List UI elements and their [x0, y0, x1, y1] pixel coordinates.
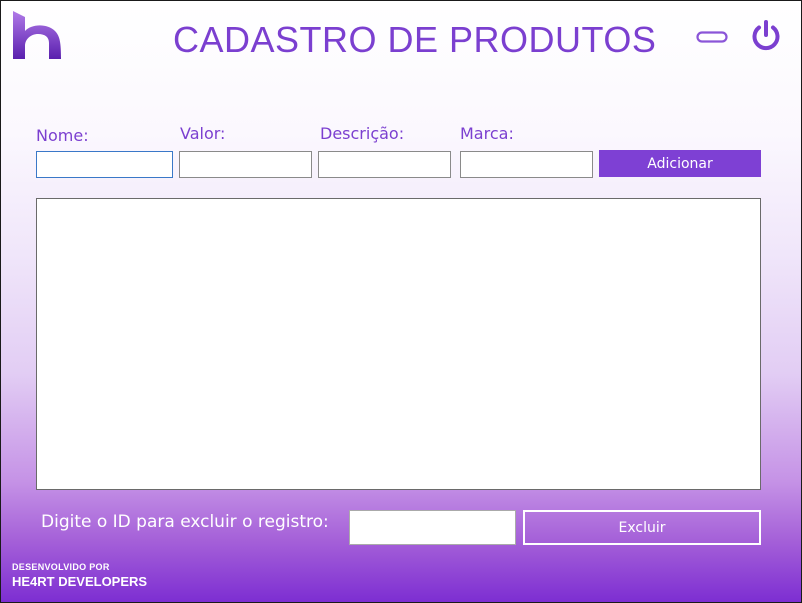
- valor-input[interactable]: [179, 151, 312, 178]
- delete-button[interactable]: Excluir: [523, 510, 761, 545]
- page-title: CADASTRO DE PRODUTOS: [173, 19, 657, 60]
- descricao-input[interactable]: [318, 151, 451, 178]
- descricao-label: Descrição:: [320, 124, 405, 143]
- nome-label: Nome:: [36, 126, 89, 145]
- power-icon[interactable]: [749, 19, 783, 53]
- app-window: CADASTRO DE PRODUTOS Nome: Valor: Descri…: [0, 0, 802, 603]
- products-list[interactable]: [36, 198, 761, 490]
- marca-input[interactable]: [460, 151, 593, 178]
- credit-line-1: DESENVOLVIDO POR: [12, 562, 110, 572]
- minimize-icon[interactable]: [696, 31, 728, 43]
- brand-h-logo-icon: [13, 11, 61, 59]
- delete-id-label: Digite o ID para excluir o registro:: [41, 512, 329, 532]
- add-button[interactable]: Adicionar: [599, 150, 761, 177]
- valor-label: Valor:: [180, 124, 226, 143]
- credit-line-2: HE4RT DEVELOPERS: [12, 574, 148, 589]
- nome-input[interactable]: [36, 151, 173, 178]
- marca-label: Marca:: [460, 124, 514, 143]
- delete-id-input[interactable]: [349, 510, 516, 545]
